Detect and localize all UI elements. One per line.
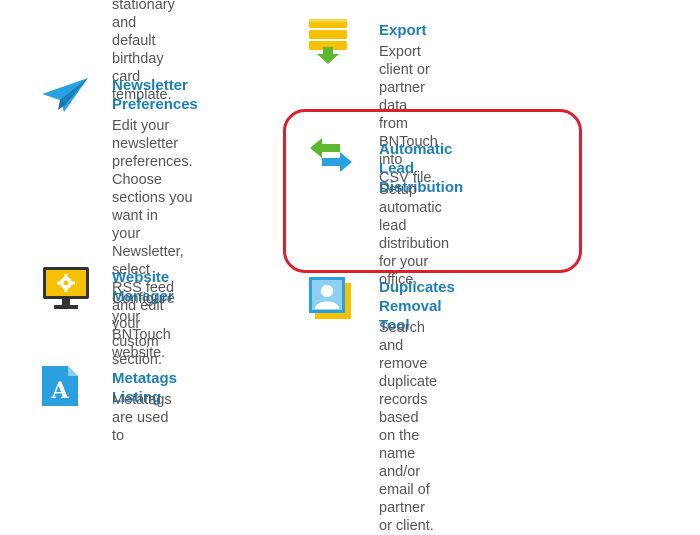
duplicates-removal-description: Search and remove duplicate records base… xyxy=(379,320,438,534)
metatags-listing-description: Metatags are used to xyxy=(112,392,172,444)
website-manager-description: Configure your BNTouch website. xyxy=(112,291,175,361)
duplicate-contacts-icon xyxy=(309,277,351,319)
paper-plane-icon xyxy=(42,78,88,112)
monitor-gear-icon xyxy=(43,267,89,309)
automatic-lead-distribution-description: Setup automatic lead distribution for yo… xyxy=(379,182,450,288)
document-a-icon: A xyxy=(42,366,78,406)
swap-arrows-icon xyxy=(310,138,352,172)
svg-text:A: A xyxy=(50,378,69,404)
newsletter-preferences-link[interactable]: Newsletter Preferences xyxy=(112,76,198,114)
database-export-icon xyxy=(309,19,347,64)
export-link[interactable]: Export xyxy=(379,21,427,40)
